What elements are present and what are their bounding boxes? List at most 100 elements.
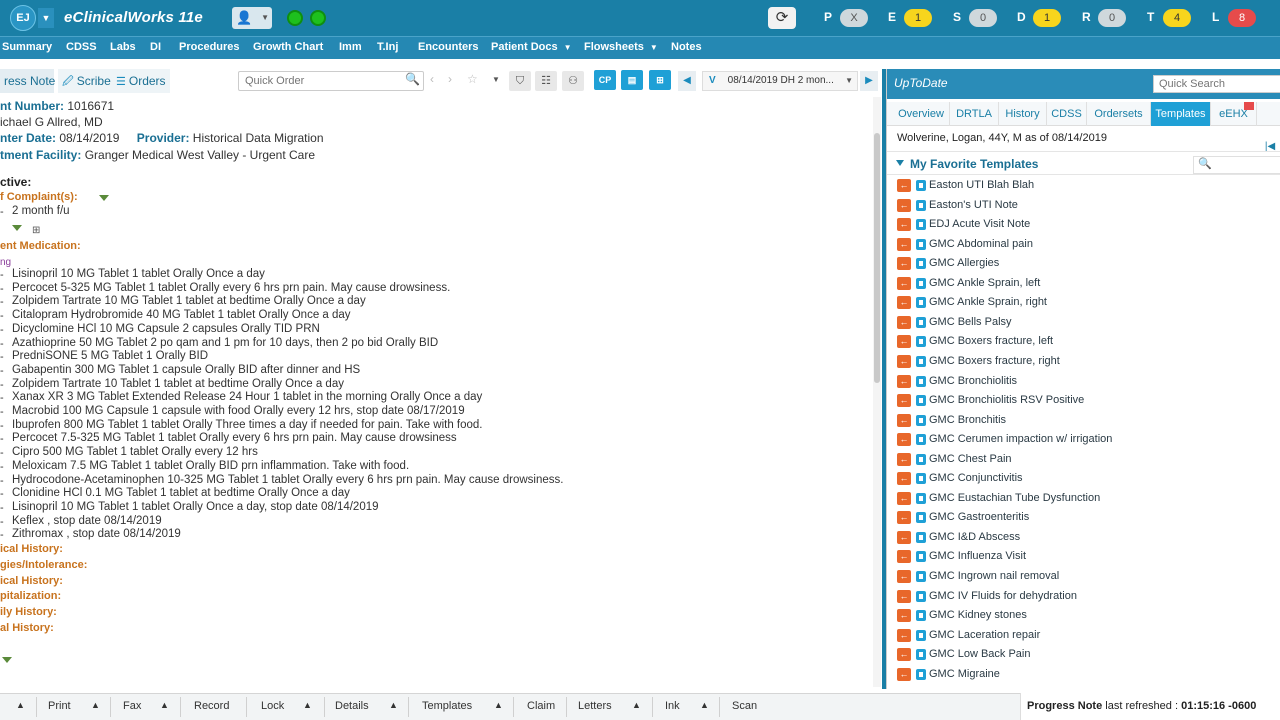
template-item[interactable]: ← GMC Boxers fracture, right <box>897 353 1280 371</box>
template-item[interactable]: ← GMC I&D Abscess <box>897 529 1280 547</box>
letters-button[interactable]: Letters <box>578 700 612 712</box>
insert-arrow-icon[interactable]: ← <box>897 511 911 525</box>
claim-button[interactable]: Claim <box>527 700 555 712</box>
tab-eehx[interactable]: eEHX <box>1211 102 1257 126</box>
record-button[interactable]: Record <box>194 700 229 712</box>
next-visit-button[interactable]: ▶ <box>860 71 878 91</box>
insert-arrow-icon[interactable]: ← <box>897 452 911 466</box>
search-icon[interactable]: 🔍 <box>405 72 420 86</box>
scrollbar-thumb[interactable] <box>874 133 880 383</box>
template-item[interactable]: ← GMC Conjunctivitis <box>897 470 1280 488</box>
filter-button[interactable]: ⛉ <box>509 71 531 91</box>
insert-arrow-icon[interactable]: ← <box>897 413 911 427</box>
nav-growth-chart[interactable]: Growth Chart <box>253 41 323 53</box>
expand-triangle-icon[interactable] <box>2 657 12 663</box>
insert-arrow-icon[interactable]: ← <box>897 257 911 271</box>
template-item[interactable]: ← GMC Bells Palsy <box>897 314 1280 332</box>
insert-arrow-icon[interactable]: ← <box>897 589 911 603</box>
insert-arrow-icon[interactable]: ← <box>897 550 911 564</box>
insert-arrow-icon[interactable]: ← <box>897 433 911 447</box>
insert-arrow-icon[interactable]: ← <box>897 667 911 681</box>
templates-button[interactable]: Templates <box>422 700 472 712</box>
tab-cdss[interactable]: CDSS <box>1047 102 1087 126</box>
template-item[interactable]: ← GMC Laceration repair <box>897 627 1280 645</box>
details-button[interactable]: Details <box>335 700 369 712</box>
chevron-up-icon[interactable]: ▲ <box>632 700 641 710</box>
tab-ordersets[interactable]: Ordersets <box>1087 102 1151 126</box>
nav-notes[interactable]: Notes <box>671 41 702 53</box>
chevron-up-icon[interactable]: ▲ <box>303 700 312 710</box>
insert-arrow-icon[interactable]: ← <box>897 237 911 251</box>
tab-orders[interactable]: ☰ Orders <box>112 69 170 93</box>
insert-arrow-icon[interactable]: ← <box>897 628 911 642</box>
document-button[interactable]: ▤ <box>621 70 643 90</box>
insert-arrow-icon[interactable]: ← <box>897 218 911 232</box>
tab-progress-note[interactable]: ress Note <box>0 69 55 93</box>
template-item[interactable]: ← GMC Ingrown nail removal <box>897 568 1280 586</box>
template-item[interactable]: ← Easton's UTI Note <box>897 197 1280 215</box>
quick-order-input[interactable] <box>238 71 424 91</box>
nav-labs[interactable]: Labs <box>110 41 136 53</box>
template-item[interactable]: ← EDJ Acute Visit Note <box>897 216 1280 234</box>
uptodate-search-input[interactable] <box>1153 75 1280 93</box>
medical-history-heading[interactable]: ical History: <box>0 543 63 555</box>
insert-arrow-icon[interactable]: ← <box>897 648 911 662</box>
tab-overview[interactable]: Overview <box>893 102 950 126</box>
template-item[interactable]: ← GMC Chest Pain <box>897 451 1280 469</box>
status-dot-2[interactable] <box>310 10 326 26</box>
chevron-up-icon[interactable]: ▲ <box>16 700 25 710</box>
checklist-button[interactable]: ☷ <box>535 71 557 91</box>
prev-visit-button[interactable]: ◀ <box>678 71 696 91</box>
insert-arrow-icon[interactable]: ← <box>897 179 911 192</box>
insert-arrow-icon[interactable]: ← <box>897 530 911 544</box>
nav-cdss[interactable]: CDSS <box>66 41 97 53</box>
template-item[interactable]: ← GMC Eustachian Tube Dysfunction <box>897 490 1280 508</box>
chevron-up-icon[interactable]: ▲ <box>700 700 709 710</box>
template-item[interactable]: ← GMC Low Back Pain <box>897 646 1280 664</box>
next-icon[interactable]: › <box>448 72 452 86</box>
nav-encounters[interactable]: Encounters <box>418 41 479 53</box>
chevron-down-icon[interactable]: ▼ <box>492 75 500 84</box>
note-scrollbar[interactable] <box>873 97 881 687</box>
template-item[interactable]: ← GMC Influenza Visit <box>897 548 1280 566</box>
chevron-up-icon[interactable]: ▲ <box>389 700 398 710</box>
insert-arrow-icon[interactable]: ← <box>897 296 911 310</box>
insert-arrow-icon[interactable]: ← <box>897 374 911 388</box>
insert-arrow-icon[interactable]: ← <box>897 472 911 486</box>
patient-lookup-button[interactable]: 👤 ▼ <box>232 7 272 29</box>
insert-arrow-icon[interactable]: ← <box>897 354 911 368</box>
collapse-triangle-icon[interactable] <box>896 160 904 166</box>
allergies-heading[interactable]: gies/Intolerance: <box>0 559 87 571</box>
template-item[interactable]: ← GMC Migraine <box>897 666 1280 684</box>
template-item[interactable]: ← GMC Kidney stones <box>897 607 1280 625</box>
nav-tinj[interactable]: T.Inj <box>377 41 398 53</box>
chevron-up-icon[interactable]: ▲ <box>160 700 169 710</box>
app-logo[interactable]: EJ <box>10 5 36 31</box>
logo-menu-caret-icon[interactable]: ▼ <box>38 8 54 28</box>
hospitalization-heading[interactable]: pitalization: <box>0 590 61 602</box>
insert-arrow-icon[interactable]: ← <box>897 394 911 408</box>
tab-scribe[interactable]: 🖉 Scribe <box>58 69 115 93</box>
fax-button[interactable]: Fax <box>123 700 141 712</box>
insert-icon[interactable]: ⊞ <box>32 225 46 237</box>
chief-complaint-heading[interactable]: f Complaint(s): <box>0 191 78 203</box>
expand-triangle-icon[interactable] <box>99 195 109 201</box>
insert-arrow-icon[interactable]: ← <box>897 335 911 349</box>
people-button[interactable]: ⚇ <box>562 71 584 91</box>
nav-summary[interactable]: Summary <box>2 41 52 53</box>
template-item[interactable]: ← GMC Gastroenteritis <box>897 509 1280 527</box>
prev-icon[interactable]: ‹ <box>430 72 434 86</box>
nav-flowsheets[interactable]: Flowsheets ▼ <box>584 41 658 53</box>
nav-procedures[interactable]: Procedures <box>179 41 240 53</box>
insert-arrow-icon[interactable]: ← <box>897 609 911 623</box>
template-item[interactable]: ← GMC Boxers fracture, left <box>897 333 1280 351</box>
expand-triangle-icon[interactable] <box>12 225 22 231</box>
star-icon[interactable]: ☆ <box>467 72 478 86</box>
visit-select[interactable]: V 08/14/2019 DH 2 mon... ▼ <box>702 71 858 91</box>
social-history-heading[interactable]: al History: <box>0 622 54 634</box>
scan-button[interactable]: Scan <box>732 700 757 712</box>
tab-drtla[interactable]: DRTLA <box>950 102 999 126</box>
template-search-button[interactable]: 🔍 <box>1193 156 1280 174</box>
current-medication-heading[interactable]: ent Medication: <box>0 240 81 252</box>
tab-templates[interactable]: Templates <box>1151 102 1211 126</box>
